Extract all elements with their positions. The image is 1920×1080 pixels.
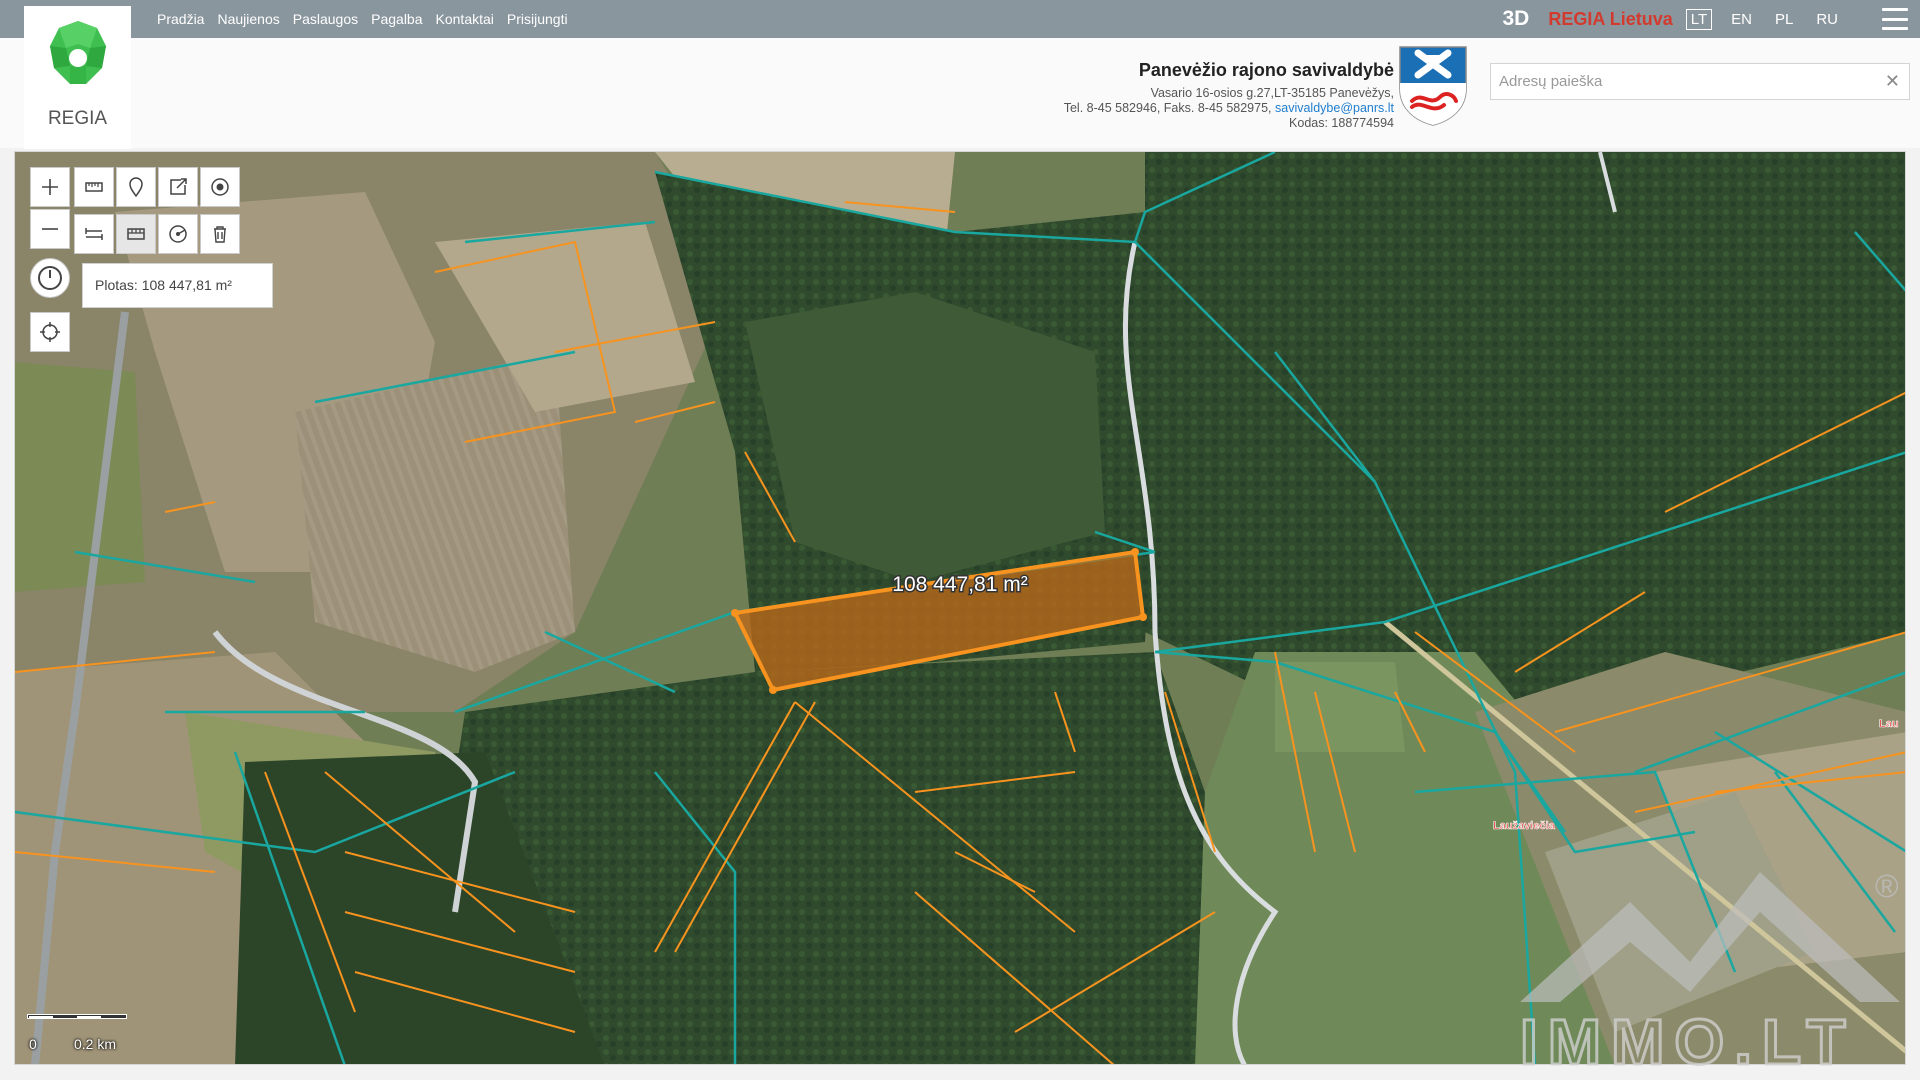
municipality-email-link[interactable]: savivaldybe@panrs.lt: [1275, 101, 1394, 115]
radius-icon: [169, 225, 187, 243]
address-search-input[interactable]: [1491, 64, 1861, 99]
municipality-contacts: Tel. 8-45 582946, Faks. 8-45 582975, sav…: [1064, 101, 1394, 116]
language-lt[interactable]: LT: [1685, 8, 1713, 30]
place-label-edge: Lau: [1879, 718, 1899, 730]
scale-zero: 0: [29, 1036, 37, 1052]
measure-area-button[interactable]: [116, 214, 156, 254]
aerial-map[interactable]: 108 447,81 m² Laužaviečia Lau: [15, 152, 1906, 1065]
address-search: ✕: [1490, 63, 1910, 100]
measure-radius-button[interactable]: [158, 214, 198, 254]
place-marker-button[interactable]: [116, 167, 156, 207]
nav-link-news[interactable]: Naujienos: [217, 11, 279, 27]
clear-search-icon[interactable]: ✕: [1885, 71, 1900, 92]
nav-link-home[interactable]: Pradžia: [157, 11, 204, 27]
share-icon: [170, 178, 187, 195]
language-pl[interactable]: PL: [1771, 10, 1797, 29]
municipality-code: Kodas: 188774594: [1289, 116, 1394, 130]
nav-link-contacts[interactable]: Kontaktai: [436, 11, 494, 27]
crosshair-icon: [40, 322, 60, 342]
place-label: Laužaviečia: [1493, 820, 1556, 832]
regia-logo[interactable]: REGIA: [24, 6, 131, 149]
ruler-icon: [85, 182, 103, 192]
map-view[interactable]: 108 447,81 m² Laužaviečia Lau Plotas: 10…: [14, 151, 1906, 1065]
locate-button[interactable]: [30, 312, 70, 352]
clock-icon: [38, 266, 62, 290]
nav-link-services[interactable]: Paslaugos: [293, 11, 358, 27]
top-navigation-bar: Pradžia Naujienos Paslaugos Pagalba Kont…: [0, 0, 1920, 38]
measurement-popup: Plotas: 108 447,81 m²: [82, 263, 273, 308]
nav-link-login[interactable]: Prisijungti: [507, 11, 568, 27]
language-en[interactable]: EN: [1727, 10, 1756, 29]
target-icon: [211, 178, 229, 196]
minus-icon: [42, 228, 58, 230]
zoom-in-button[interactable]: [30, 167, 70, 207]
trash-icon: [214, 226, 226, 243]
3d-button[interactable]: 3D: [1503, 7, 1530, 31]
municipality-info: Panevėžio rajono savivaldybė Vasario 16-…: [1064, 60, 1394, 131]
measurement-label: 108 447,81 m²: [892, 573, 1027, 596]
municipality-phone: Tel. 8-45 582946, Faks. 8-45 582975,: [1063, 101, 1272, 115]
map-pin-icon: [129, 177, 143, 198]
zoom-out-button[interactable]: [30, 209, 70, 249]
nav-link-help[interactable]: Pagalba: [371, 11, 422, 27]
scale-bar: 0 0.2 km: [27, 1014, 167, 1054]
language-ru[interactable]: RU: [1812, 10, 1842, 29]
main-nav: Pradžia Naujienos Paslaugos Pagalba Kont…: [157, 0, 568, 38]
regia-lietuva-link[interactable]: REGIA Lietuva: [1548, 9, 1672, 30]
regia-logo-icon: [50, 21, 106, 84]
identify-button[interactable]: [200, 167, 240, 207]
right-nav: 3D REGIA Lietuva LT EN PL RU: [1503, 0, 1920, 38]
history-button[interactable]: [30, 258, 70, 298]
regia-logo-text: REGIA: [47, 108, 108, 129]
municipality-address: Vasario 16-osios g.27,LT-35185 Panevėžys…: [1150, 86, 1394, 100]
scale-bar-graphic: [27, 1014, 127, 1019]
delete-measurement-button[interactable]: [200, 214, 240, 254]
hamburger-menu-icon[interactable]: [1882, 8, 1908, 30]
municipality-crest-icon: [1399, 46, 1467, 126]
scale-distance: 0.2 km: [74, 1036, 117, 1052]
plus-icon: [42, 179, 58, 195]
measure-distance-button[interactable]: [74, 214, 114, 254]
municipality-title: Panevėžio rajono savivaldybė: [1138, 60, 1394, 80]
measure-distance-icon: [85, 228, 103, 240]
layers-button[interactable]: [74, 167, 114, 207]
share-button[interactable]: [158, 167, 198, 207]
measure-area-icon: [127, 228, 145, 240]
